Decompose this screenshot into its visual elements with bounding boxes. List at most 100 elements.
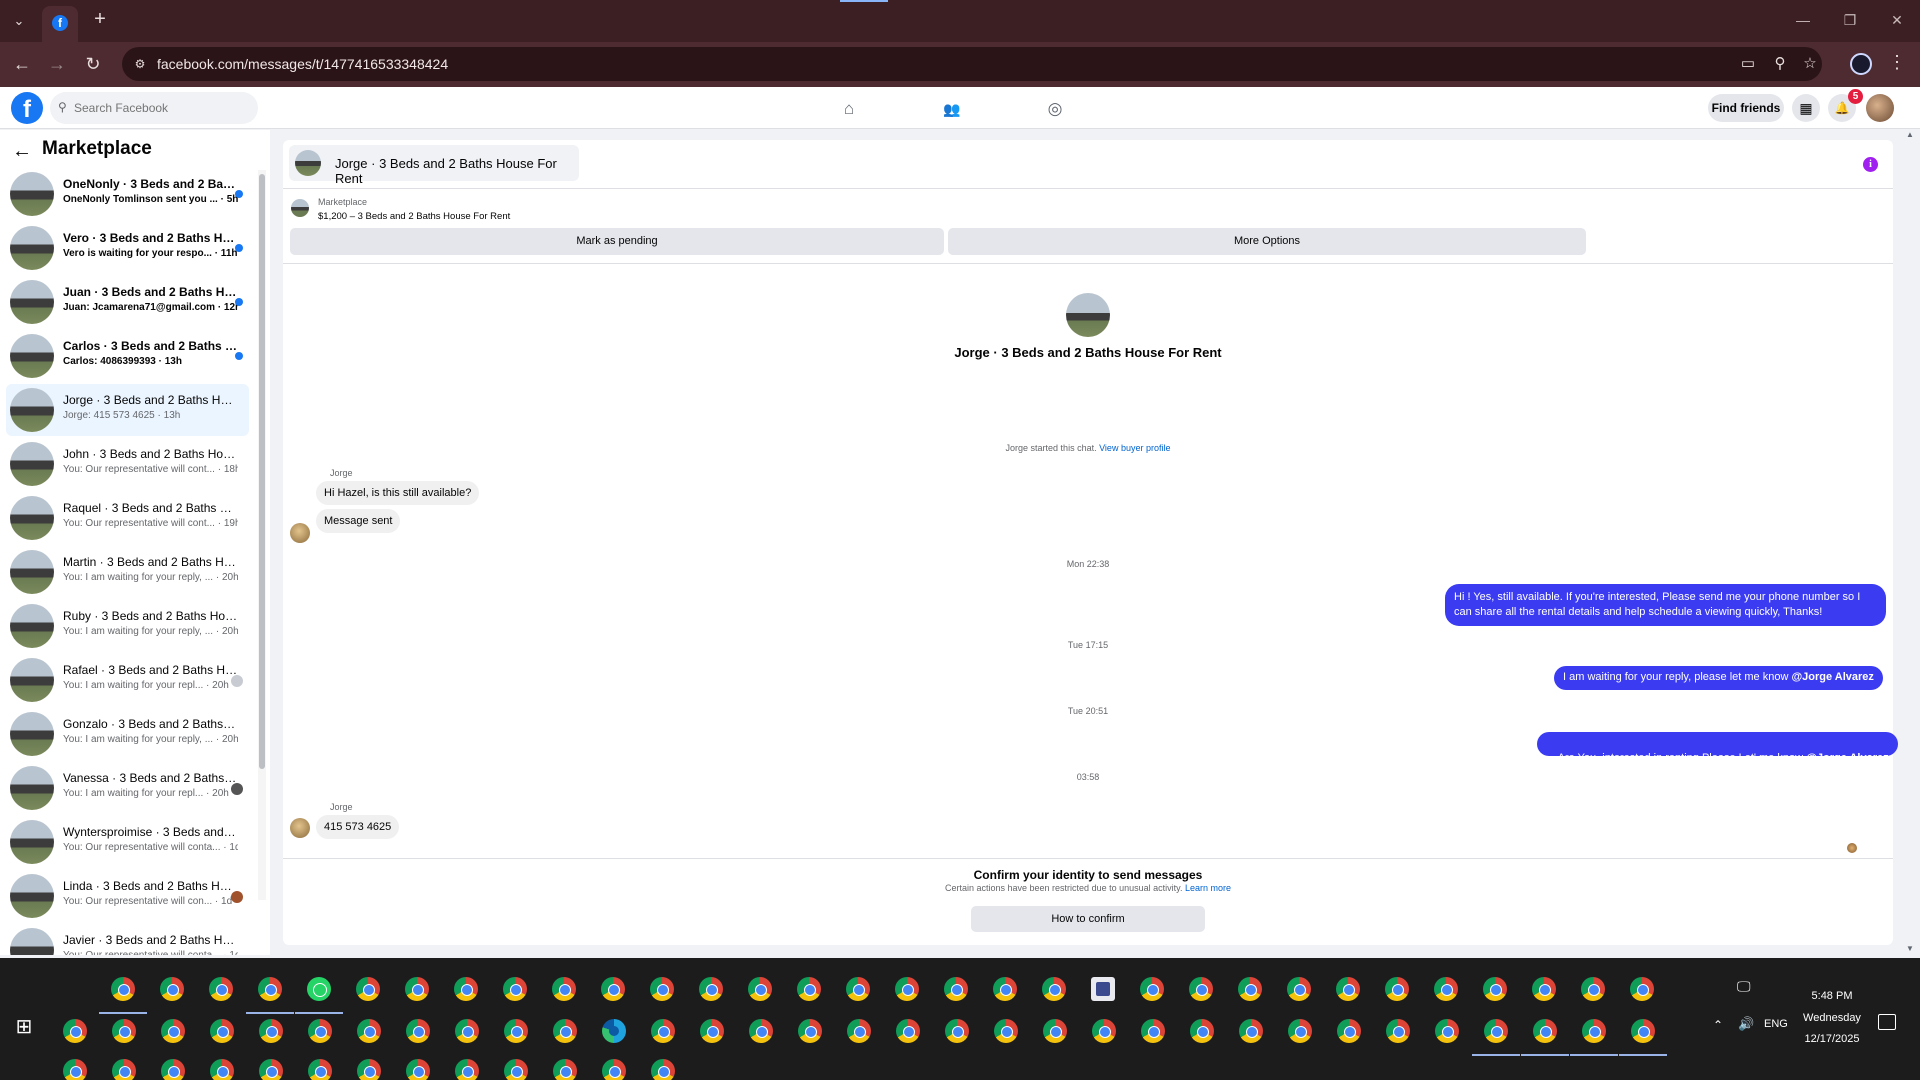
forward-button[interactable]: → xyxy=(44,51,70,77)
home-icon[interactable]: ⌂ xyxy=(837,97,861,121)
conversation-item[interactable]: Juan · 3 Beds and 2 Baths House For Rent… xyxy=(6,276,249,328)
chrome-icon[interactable] xyxy=(112,1059,136,1080)
find-friends-button[interactable]: Find friends xyxy=(1708,94,1784,122)
search-box[interactable]: ⚲ xyxy=(50,92,258,124)
chrome-icon[interactable] xyxy=(1434,977,1458,1001)
chrome-icon[interactable] xyxy=(895,977,919,1001)
conversation-item[interactable]: Rafael · 3 Beds and 2 Baths House For Re… xyxy=(6,654,249,706)
chrome-icon[interactable] xyxy=(112,1019,136,1043)
chrome-icon[interactable] xyxy=(405,977,429,1001)
conversation-item[interactable]: John · 3 Beds and 2 Baths House For Rent… xyxy=(6,438,249,490)
learn-more-link[interactable]: Learn more xyxy=(1185,883,1231,893)
chrome-icon[interactable] xyxy=(552,977,576,1001)
browser-profile-icon[interactable] xyxy=(1850,53,1872,75)
chrome-icon[interactable] xyxy=(210,1019,234,1043)
chrome-icon[interactable] xyxy=(1189,977,1213,1001)
chrome-icon[interactable] xyxy=(699,977,723,1001)
outgoing-message[interactable]: I am waiting for your reply, please let … xyxy=(1554,666,1883,690)
chrome-icon[interactable] xyxy=(504,1059,528,1080)
chrome-icon[interactable] xyxy=(651,1059,675,1080)
chrome-icon[interactable] xyxy=(161,1019,185,1043)
chrome-icon[interactable] xyxy=(1336,977,1360,1001)
chrome-icon[interactable] xyxy=(259,1019,283,1043)
chrome-icon[interactable] xyxy=(160,977,184,1001)
chrome-icon[interactable] xyxy=(553,1059,577,1080)
conversation-item[interactable]: OneNonly · 3 Beds and 2 Baths House For … xyxy=(6,168,249,220)
chrome-icon[interactable] xyxy=(1092,1019,1116,1043)
outgoing-message[interactable]: Are You interested in renting Please Let… xyxy=(1537,732,1898,764)
page-scroll-up-icon[interactable]: ▲ xyxy=(1906,130,1914,139)
conversation-item[interactable]: Carlos · 3 Beds and 2 Baths House For Re… xyxy=(6,330,249,382)
chrome-icon[interactable] xyxy=(749,1019,773,1043)
chrome-icon[interactable] xyxy=(1631,1019,1655,1043)
conversation-item[interactable]: Vanessa · 3 Beds and 2 Baths House For R… xyxy=(6,762,249,814)
chrome-icon[interactable] xyxy=(455,1019,479,1043)
incoming-message[interactable]: Message sent xyxy=(316,509,401,533)
chrome-icon[interactable] xyxy=(308,1019,332,1043)
chrome-icon[interactable] xyxy=(650,977,674,1001)
chrome-icon[interactable] xyxy=(846,977,870,1001)
chrome-icon[interactable] xyxy=(602,1059,626,1080)
back-button[interactable]: ← xyxy=(9,51,35,77)
clock-time[interactable]: 5:48 PM xyxy=(1794,990,1870,1002)
edge-icon[interactable] xyxy=(602,1019,626,1043)
chrome-icon[interactable] xyxy=(945,1019,969,1043)
chrome-icon[interactable] xyxy=(111,977,135,1001)
chrome-icon[interactable] xyxy=(63,1059,87,1080)
chrome-icon[interactable] xyxy=(601,977,625,1001)
mention[interactable]: @Jorge Alvarez xyxy=(1791,671,1873,683)
conversation-item[interactable]: Martin · 3 Beds and 2 Baths House For Re… xyxy=(6,546,249,598)
chrome-icon[interactable] xyxy=(1141,1019,1165,1043)
chrome-icon[interactable] xyxy=(1239,1019,1263,1043)
conversation-item[interactable]: Javier · 3 Beds and 2 Baths House For Re… xyxy=(6,924,249,955)
install-app-icon[interactable]: ▭ xyxy=(1738,54,1758,74)
close-window-button[interactable]: ✕ xyxy=(1887,10,1907,30)
incoming-message[interactable]: 415 573 4625 xyxy=(316,815,400,839)
network-icon[interactable]: 🖵 xyxy=(1737,978,1751,995)
chrome-icon[interactable] xyxy=(1581,977,1605,1001)
active-tab[interactable]: f xyxy=(42,6,78,42)
notification-center-icon[interactable] xyxy=(1878,1014,1896,1030)
chat-header-chip[interactable]: Jorge · 3 Beds and 2 Baths House For Ren… xyxy=(289,145,579,186)
chrome-icon[interactable] xyxy=(1288,1019,1312,1043)
chrome-icon[interactable] xyxy=(798,1019,822,1043)
url-text[interactable]: facebook.com/messages/t/1477416533348424 xyxy=(157,56,448,72)
conversation-item[interactable]: Wyntersproimise · 3 Beds and 2 Baths Hou… xyxy=(6,816,249,868)
chrome-icon[interactable] xyxy=(406,1019,430,1043)
chrome-icon[interactable] xyxy=(1042,977,1066,1001)
chrome-icon[interactable] xyxy=(1385,977,1409,1001)
conversation-item[interactable]: Jorge · 3 Beds and 2 Baths House For Ren… xyxy=(6,384,249,436)
reload-button[interactable]: ↻ xyxy=(80,51,106,77)
chrome-icon[interactable] xyxy=(553,1019,577,1043)
incoming-message[interactable]: Hi Hazel, is this still available? xyxy=(316,481,480,505)
chrome-icon[interactable] xyxy=(1287,977,1311,1001)
input-language-indicator[interactable]: ENG xyxy=(1764,1018,1788,1030)
minimize-window-button[interactable]: — xyxy=(1793,10,1813,30)
menu-grid-icon[interactable]: ▦ xyxy=(1792,94,1820,122)
chrome-icon[interactable] xyxy=(1337,1019,1361,1043)
chrome-icon[interactable] xyxy=(161,1059,185,1080)
sidebar-scrollbar-thumb[interactable] xyxy=(259,174,265,769)
chrome-icon[interactable] xyxy=(994,1019,1018,1043)
chrome-icon[interactable] xyxy=(209,977,233,1001)
whatsapp-icon[interactable] xyxy=(307,977,331,1001)
chrome-icon[interactable] xyxy=(748,977,772,1001)
more-options-button[interactable]: More Options xyxy=(948,228,1586,255)
chrome-icon[interactable] xyxy=(797,977,821,1001)
friends-icon[interactable]: 👥 xyxy=(940,97,964,121)
chrome-icon[interactable] xyxy=(455,1059,479,1080)
speaker-icon[interactable]: 🔊 xyxy=(1738,1016,1754,1032)
how-to-confirm-button[interactable]: How to confirm xyxy=(971,906,1205,932)
chrome-icon[interactable] xyxy=(258,977,282,1001)
chrome-icon[interactable] xyxy=(503,977,527,1001)
back-arrow-icon[interactable]: ← xyxy=(12,140,32,163)
chrome-icon[interactable] xyxy=(210,1059,234,1080)
chrome-icon[interactable] xyxy=(847,1019,871,1043)
chrome-icon[interactable] xyxy=(1238,977,1262,1001)
search-input[interactable] xyxy=(74,92,254,124)
chrome-icon[interactable] xyxy=(1435,1019,1459,1043)
chrome-icon[interactable] xyxy=(1386,1019,1410,1043)
chrome-icon[interactable] xyxy=(357,1019,381,1043)
mention[interactable]: @Jorge Alvarez xyxy=(1806,752,1888,764)
chrome-icon[interactable] xyxy=(896,1019,920,1043)
